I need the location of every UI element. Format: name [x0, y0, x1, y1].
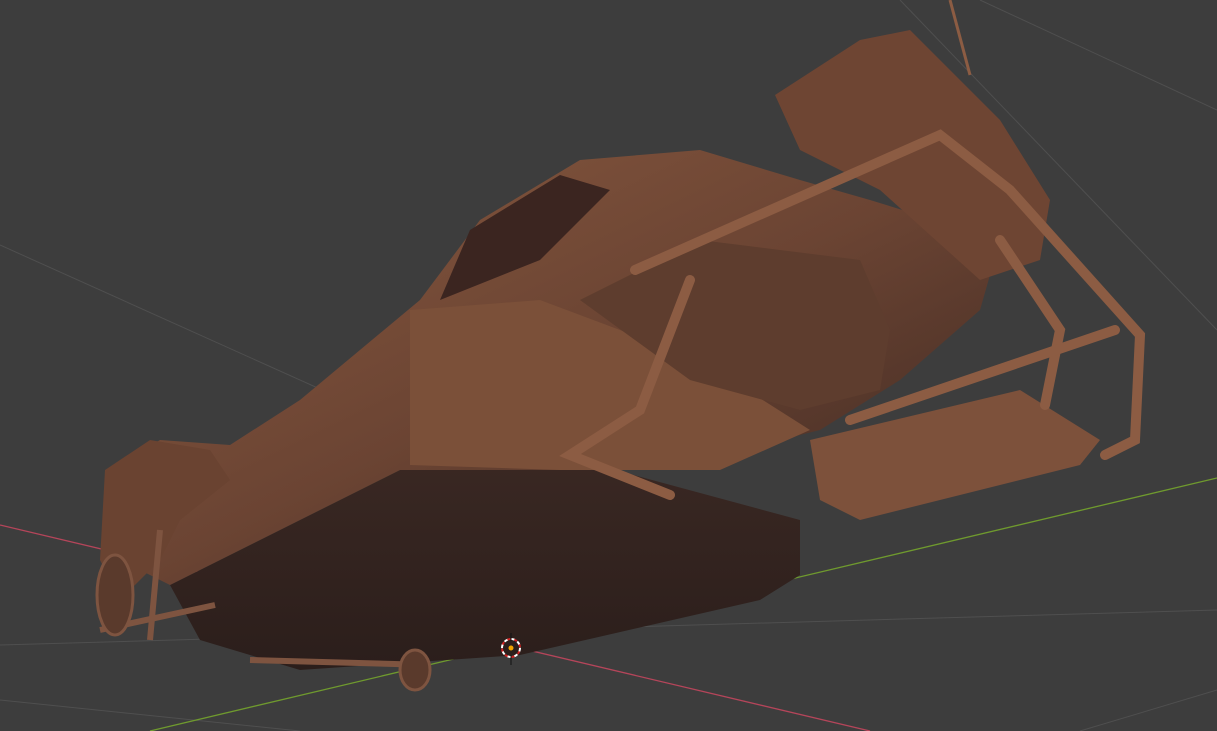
rear-diffuser	[810, 390, 1100, 520]
3d-viewport[interactable]	[0, 0, 1217, 731]
antenna	[948, 0, 972, 76]
viewport-canvas[interactable]	[0, 0, 1217, 731]
car-model[interactable]	[95, 0, 1146, 692]
origin-point	[508, 645, 514, 651]
